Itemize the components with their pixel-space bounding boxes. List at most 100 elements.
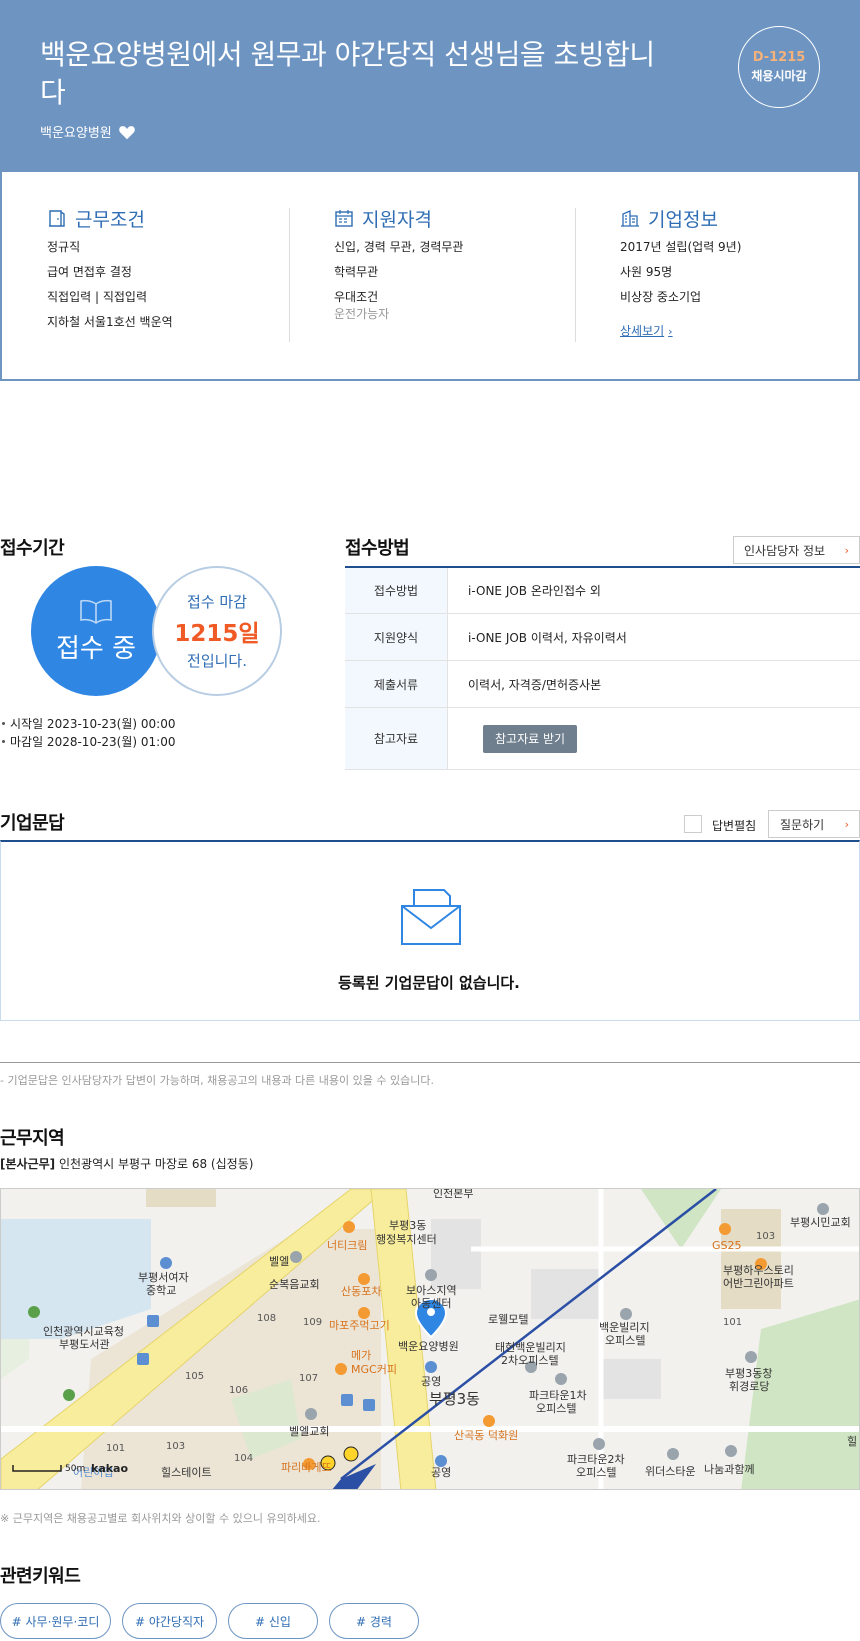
row-value: i-ONE JOB 이력서, 자유이력서: [468, 630, 627, 645]
address-tag: [본사근무]: [0, 1157, 56, 1171]
expand-answers-checkbox[interactable]: [684, 815, 702, 833]
heart-icon[interactable]: [118, 124, 136, 140]
table-row: 참고자료 참고자료 받기: [345, 708, 860, 770]
hr-info-label: 인사담당자 정보: [744, 543, 826, 558]
map-label: 109: [303, 1317, 322, 1328]
work-conditions-title: 근무조건: [75, 208, 145, 231]
company-line: 비상장 중소기업: [620, 290, 702, 304]
keywords-title: 관련키워드: [0, 1566, 81, 1587]
map-label: 로웰모텔: [488, 1313, 528, 1326]
map-label: 나눔과함께: [704, 1463, 755, 1476]
map-label: 힐: [847, 1435, 857, 1448]
keyword-tag[interactable]: # 경력: [329, 1603, 419, 1639]
method-table: 접수방법 i-ONE JOB 온라인접수 외 지원양식 i-ONE JOB 이력…: [345, 566, 860, 770]
qual-line: 학력무관: [334, 265, 379, 279]
qa-title: 기업문답: [0, 813, 65, 834]
company-info-title: 기업정보: [648, 208, 718, 231]
ask-question-label: 질문하기: [780, 817, 825, 832]
location-title: 근무지역: [0, 1128, 65, 1149]
envelope-icon: [401, 889, 461, 945]
map-label: 공영: [431, 1466, 451, 1479]
keyword-tag[interactable]: # 신입: [228, 1603, 318, 1639]
divider: [0, 1062, 860, 1063]
map-label: 107: [299, 1373, 318, 1384]
company-info: 기업정보 2017년 설립(업력 9년) 사원 95명 비상장 중소기업 상세보…: [620, 206, 860, 339]
work-line: 지하철 서울1호선 백운역: [47, 315, 173, 329]
qual-line: 우대조건: [334, 290, 379, 304]
keyword-tag[interactable]: # 야간당직자: [122, 1603, 217, 1639]
work-line: 직접입력 | 직접입력: [47, 290, 147, 304]
chevron-right-icon: ›: [844, 817, 849, 831]
qual-sub: 운전가능자: [334, 307, 390, 321]
location-map[interactable]: 인천본부 부평3동 행정복지센터 벨엘 순복음교회 부평서여자 중학교 보아스지…: [0, 1188, 860, 1490]
company-name[interactable]: 백운요양병원: [40, 122, 112, 141]
map-label: 휘경로당: [729, 1380, 769, 1393]
map-label: GS25: [712, 1239, 742, 1252]
company-line: 사원 95명: [620, 265, 673, 279]
chevron-right-icon: ›: [668, 325, 673, 338]
map-label: 101: [723, 1317, 742, 1328]
map-label: 보아스지역: [406, 1284, 457, 1297]
work-line: 정규직: [47, 240, 81, 254]
qa-empty-message: 등록된 기업문답이 없습니다.: [338, 974, 520, 992]
row-label: 접수방법: [345, 568, 448, 613]
map-scale-label: 50m: [65, 1464, 85, 1474]
map-label: 태현백운빌리지: [495, 1341, 566, 1354]
qa-list: 등록된 기업문답이 없습니다.: [0, 840, 860, 1021]
map-label: 위더스타운: [645, 1465, 696, 1478]
job-header: 백운요양병원에서 원무과 야간당직 선생님을 초빙합니다 백운요양병원 D-12…: [0, 0, 860, 172]
map-label: 벨엘: [269, 1255, 289, 1268]
building-icon: [621, 210, 639, 227]
map-label: 오피스텔: [576, 1466, 616, 1479]
dday-count: D-1215: [752, 50, 806, 65]
location-note: ※ 근무지역은 채용공고별로 회사위치와 상이할 수 있으니 유의하세요.: [0, 1512, 321, 1525]
map-label: 오피스텔: [536, 1402, 576, 1415]
map-label: 어반그린아파트: [723, 1277, 794, 1290]
deadline-top: 접수 마감: [187, 593, 247, 611]
row-value: 이력서, 자격증/면허증사본: [468, 677, 602, 692]
company-detail-link[interactable]: 상세보기 ›: [620, 322, 673, 339]
ask-question-button[interactable]: 질문하기 ›: [768, 810, 860, 838]
column-divider: [575, 208, 576, 342]
map-label: 106: [229, 1385, 248, 1396]
expand-answers-label[interactable]: 답변펼침: [712, 817, 756, 834]
map-label: 부평도서관: [59, 1338, 110, 1351]
hr-info-button[interactable]: 인사담당자 정보 ›: [733, 536, 860, 564]
map-label: 2차오피스텔: [501, 1354, 559, 1367]
map-label: 부평3동창: [725, 1367, 772, 1380]
map-label: 부평서여자: [138, 1271, 189, 1284]
map-canvas[interactable]: 인천본부 부평3동 행정복지센터 벨엘 순복음교회 부평서여자 중학교 보아스지…: [1, 1189, 860, 1490]
map-label: 메가: [351, 1349, 371, 1362]
map-label: 인천본부: [433, 1189, 473, 1200]
map-label: 중학교: [146, 1284, 176, 1297]
map-label: 백운빌리지: [599, 1321, 650, 1334]
job-title: 백운요양병원에서 원무과 야간당직 선생님을 초빙합니다: [40, 38, 655, 109]
map-label: 너티크림: [327, 1239, 367, 1252]
map-label: 힐스테이트: [161, 1466, 212, 1479]
chevron-right-icon: ›: [844, 543, 849, 557]
column-divider: [289, 208, 290, 342]
door-icon: [49, 210, 65, 227]
row-value: 참고자료 받기: [448, 708, 860, 769]
deadline-circle: 접수 마감 1215일 전입니다.: [152, 566, 282, 696]
company-line: 2017년 설립(업력 9년): [620, 240, 742, 254]
job-summary: 근무조건 정규직 급여 면접후 결정 직접입력 | 직접입력 지하철 서울1호선…: [0, 172, 860, 381]
method-title: 접수방법: [345, 538, 410, 559]
map-label: 부평시민교회: [790, 1216, 851, 1229]
map-label: 인천광역시교육청: [43, 1324, 124, 1338]
map-label: 공영: [421, 1375, 441, 1388]
table-row: 지원양식 i-ONE JOB 이력서, 자유이력서: [345, 614, 860, 661]
keyword-tag[interactable]: # 사무·원무·코디: [0, 1603, 111, 1639]
row-label: 참고자료: [345, 708, 448, 769]
period-title: 접수기간: [0, 538, 65, 559]
work-address: [본사근무] 인천광역시 부평구 마장로 68 (십정동): [0, 1155, 253, 1172]
start-date: 시작일 2023-10-23(월) 00:00: [0, 715, 175, 732]
qualifications-heading: 지원자격: [334, 206, 584, 231]
dday-type: 채용시마감: [751, 69, 807, 83]
row-label: 지원양식: [345, 614, 448, 660]
map-label: 103: [756, 1231, 775, 1242]
deadline-days: 1215일: [174, 621, 260, 647]
download-reference-button[interactable]: 참고자료 받기: [483, 724, 578, 753]
map-logo: kakao: [91, 1462, 128, 1475]
row-value: i-ONE JOB 온라인접수 외: [468, 584, 601, 598]
